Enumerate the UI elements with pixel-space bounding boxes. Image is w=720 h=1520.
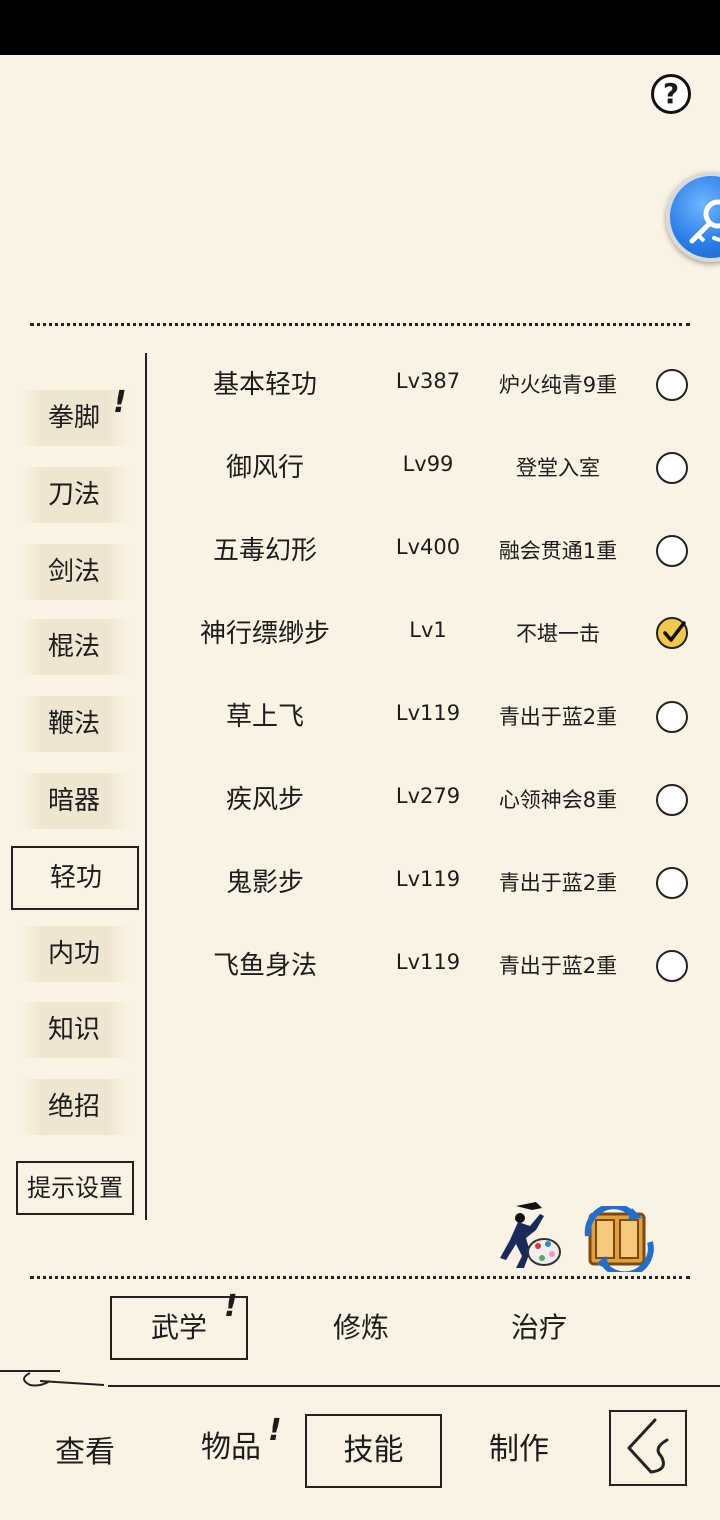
skill-level: Lv279	[395, 784, 461, 808]
skill-rank: 炉火纯青9重	[498, 373, 618, 397]
skill-radio[interactable]	[656, 535, 688, 567]
nav-skills[interactable]: 技能	[305, 1414, 442, 1488]
skill-level: Lv1	[409, 618, 447, 642]
category-daofa[interactable]: 刀法	[20, 467, 130, 523]
alert-mark: !	[268, 1413, 282, 1448]
category-qinggong[interactable]: 轻功	[11, 846, 139, 910]
nav-divider	[108, 1385, 720, 1387]
alert-mark: !	[113, 385, 127, 420]
tab-zhiliao[interactable]: 治疗	[474, 1300, 604, 1356]
skill-level: Lv400	[395, 535, 461, 559]
skill-radio[interactable]	[656, 452, 688, 484]
search-key-icon[interactable]	[666, 172, 720, 262]
skill-level: Lv119	[395, 950, 461, 974]
skill-level: Lv387	[395, 369, 461, 393]
skill-level: Lv119	[395, 867, 461, 891]
skill-rank: 融会贯通1重	[498, 539, 618, 563]
skill-radio[interactable]	[656, 950, 688, 982]
brush-stroke	[0, 1370, 105, 1387]
nav-view[interactable]: 查看	[30, 1425, 140, 1481]
tab-xiulian[interactable]: 修炼	[296, 1300, 426, 1356]
divider-bottom	[30, 1276, 690, 1279]
nav-craft[interactable]: 制作	[464, 1422, 574, 1478]
skill-name: 草上飞	[225, 702, 304, 732]
skill-radio[interactable]	[656, 784, 688, 816]
skill-radio[interactable]	[656, 369, 688, 401]
book-swap-icon[interactable]	[584, 1203, 656, 1278]
skill-level: Lv119	[395, 701, 461, 725]
skill-name: 疾风步	[225, 785, 304, 815]
list-divider	[145, 353, 147, 1220]
category-bianfa[interactable]: 鞭法	[20, 696, 130, 752]
skill-name: 五毒幻形	[212, 536, 317, 566]
alert-mark: !	[224, 1289, 238, 1324]
checkmark-icon	[663, 621, 686, 642]
back-arrow-icon	[627, 1418, 669, 1474]
skill-rank: 青出于蓝2重	[498, 871, 618, 895]
category-juezhao[interactable]: 绝招	[20, 1079, 130, 1135]
skill-name: 飞鱼身法	[212, 951, 317, 981]
category-zhishi[interactable]: 知识	[20, 1002, 130, 1058]
skill-radio[interactable]	[656, 701, 688, 733]
skill-rank: 青出于蓝2重	[498, 954, 618, 978]
divider-top	[30, 323, 690, 326]
skill-name: 基本轻功	[212, 370, 317, 400]
skill-rank: 心领神会8重	[498, 788, 618, 812]
hint-settings-button[interactable]: 提示设置	[16, 1161, 134, 1215]
skill-name: 鬼影步	[225, 868, 304, 898]
skill-rank: 不堪一击	[516, 622, 600, 646]
skill-radio[interactable]	[656, 867, 688, 899]
fighter-palette-icon[interactable]	[496, 1200, 564, 1276]
category-neigong[interactable]: 内功	[20, 926, 130, 982]
skill-name: 御风行	[225, 453, 304, 483]
category-jianfa[interactable]: 剑法	[20, 544, 130, 600]
category-anqi[interactable]: 暗器	[20, 773, 130, 829]
skill-level: Lv99	[402, 452, 454, 476]
category-gunfa[interactable]: 棍法	[20, 619, 130, 675]
skill-rank: 青出于蓝2重	[498, 705, 618, 729]
skill-radio-checked[interactable]	[656, 617, 688, 649]
question-circle-icon[interactable]: ?	[651, 74, 691, 114]
skill-rank: 登堂入室	[516, 456, 600, 480]
status-bar	[0, 0, 720, 55]
skill-name: 神行缥缈步	[199, 619, 330, 649]
back-button[interactable]	[609, 1410, 687, 1486]
